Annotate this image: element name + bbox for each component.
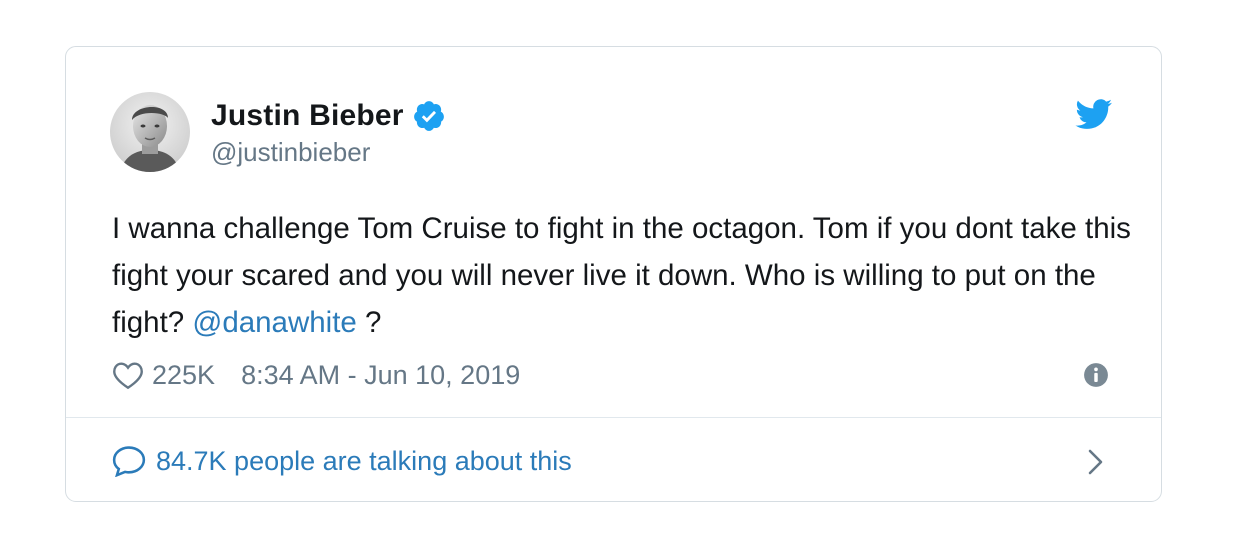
chevron-right-icon[interactable] [1086,448,1106,476]
tweet-text-tail: ? [356,306,382,339]
mention-link[interactable]: @danawhite [192,306,356,339]
heart-icon[interactable] [112,360,144,390]
verified-badge-icon [412,99,446,133]
timestamp[interactable]: 8:34 AM - Jun 10, 2019 [241,360,520,391]
conversation-link[interactable]: 84.7K people are talking about this [112,441,572,481]
tweet-card[interactable]: Justin Bieber @justinbieber I wanna chal… [65,46,1162,502]
info-icon[interactable] [1083,362,1109,388]
avatar[interactable] [110,92,190,172]
like-count[interactable]: 225K [152,360,215,391]
tweet-text: I wanna challenge Tom Cruise to fight in… [112,205,1132,346]
divider [66,417,1161,418]
talking-about-label[interactable]: 84.7K people are talking about this [156,446,572,477]
name-row: Justin Bieber [211,97,446,135]
twitter-bird-icon[interactable] [1075,99,1113,130]
author-name[interactable]: Justin Bieber [211,99,404,133]
author-block[interactable]: Justin Bieber @justinbieber [211,97,446,168]
speech-bubble-icon [112,445,146,478]
author-handle[interactable]: @justinbieber [211,137,446,168]
tweet-meta: 225K 8:34 AM - Jun 10, 2019 [112,357,520,393]
